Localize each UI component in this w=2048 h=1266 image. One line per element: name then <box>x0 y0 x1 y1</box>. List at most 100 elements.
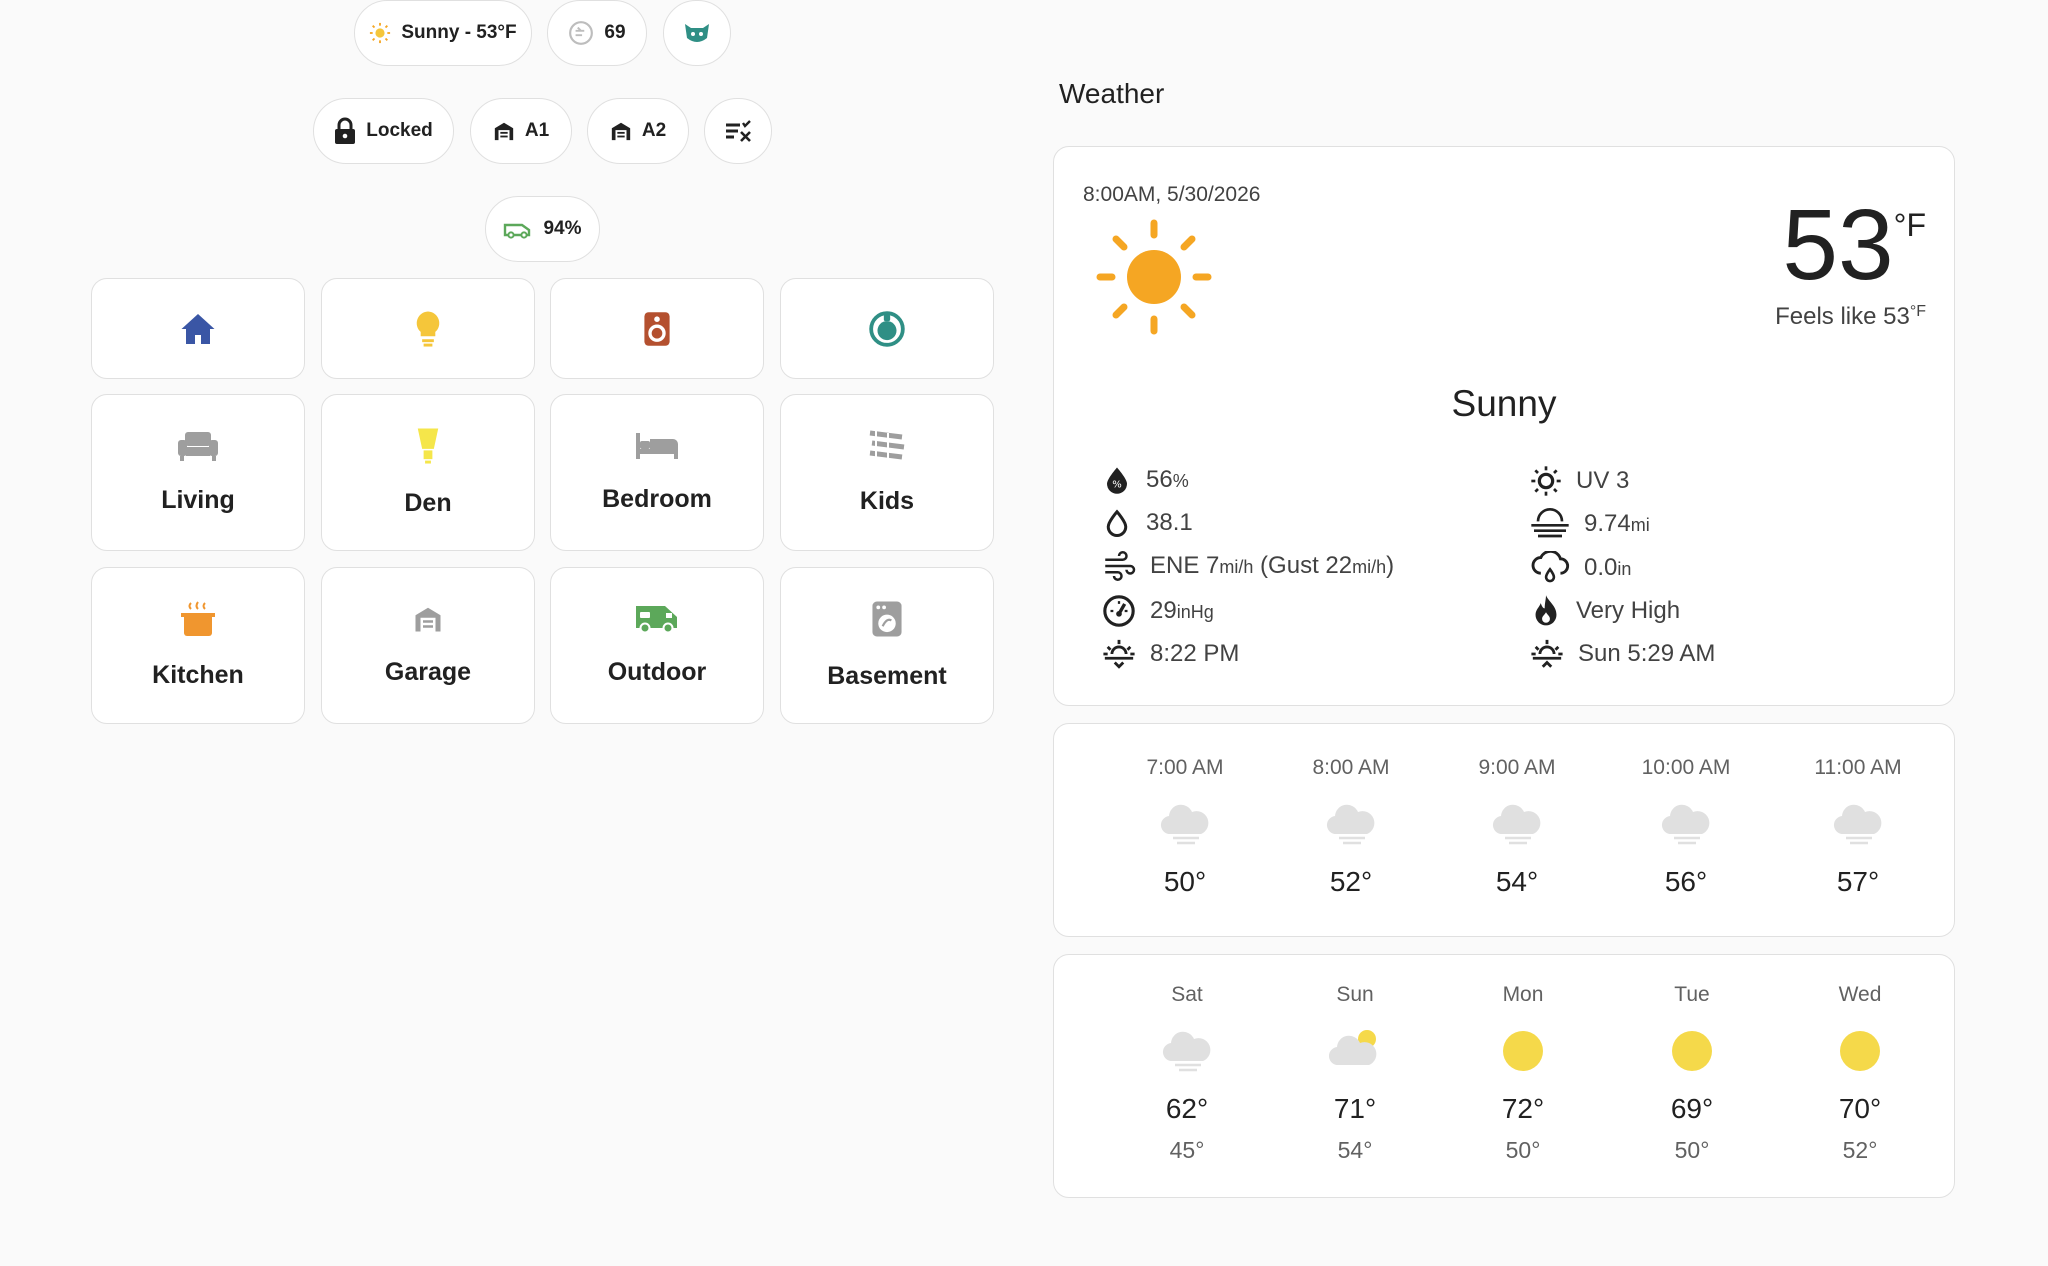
lock-chip-label: Locked <box>366 120 433 141</box>
home-icon <box>181 313 215 344</box>
fog-cloud-icon <box>1492 804 1541 845</box>
visibility-fog-icon <box>1531 508 1569 538</box>
sunny-weather-icon <box>1096 219 1212 335</box>
pet-chip[interactable] <box>663 0 731 66</box>
room-tile-kitchen[interactable]: Kitchen <box>91 567 305 724</box>
pressure-attribute: 29inHg <box>1102 594 1214 628</box>
car-battery-chip[interactable]: 94% <box>485 196 600 262</box>
sun-icon <box>1840 1031 1880 1071</box>
fog-cloud-icon <box>1326 804 1375 845</box>
sofa-icon <box>178 432 218 461</box>
daily-forecast-item: Mon 72° 50° <box>1443 983 1603 1164</box>
room-tile-garage[interactable]: Garage <box>321 567 535 724</box>
daily-forecast-item: Sun 71° 54° <box>1275 983 1435 1164</box>
room-label: Kids <box>859 487 915 515</box>
washing-machine-icon <box>872 601 902 637</box>
wind-attribute: ENE 7mi/h (Gust 22mi/h) <box>1102 551 1394 581</box>
visibility-attribute: 9.74mi <box>1530 508 1650 540</box>
daily-high: 62° <box>1165 1093 1209 1124</box>
humidity-unit: % <box>1172 471 1189 491</box>
weather-chip[interactable]: Sunny - 53°F <box>354 0 532 66</box>
lock-chip[interactable]: Locked <box>313 98 454 164</box>
car-battery-value: 94% <box>543 218 582 239</box>
weather-current-card[interactable]: 8:00AM, 5/30/2026 53 °F Feels like 53°F … <box>1053 146 1955 706</box>
partly-cloudy-icon <box>1329 1030 1377 1066</box>
sun-icon <box>1503 1031 1543 1071</box>
gust-unit: mi/h <box>1352 557 1387 577</box>
sunset-attribute: 8:22 PM <box>1102 637 1239 671</box>
home-tile[interactable] <box>91 278 305 379</box>
temperature-unit: °F <box>1893 207 1926 243</box>
daily-day: Sat <box>1171 983 1203 1006</box>
hourly-temp: 56° <box>1664 866 1708 897</box>
pressure-unit: inHg <box>1176 602 1214 622</box>
uv-attribute: UV 3 <box>1530 465 1629 497</box>
daily-high: 72° <box>1501 1093 1545 1124</box>
room-label: Bedroom <box>602 485 712 513</box>
air-purifier-icon <box>569 21 594 45</box>
wind-unit: mi/h <box>1219 557 1254 577</box>
robot-vacuum-icon <box>869 310 905 347</box>
room-tile-basement[interactable]: Basement <box>780 567 994 724</box>
tasks-chip[interactable] <box>704 98 772 164</box>
hourly-forecast-item: 7:00 AM 50° <box>1105 756 1265 898</box>
car-battery-icon <box>504 223 531 239</box>
gust-close: ) <box>1386 552 1395 579</box>
toy-blocks-icon <box>869 430 905 461</box>
daily-day: Sun <box>1336 983 1374 1006</box>
garage-a2-chip[interactable]: A2 <box>587 98 689 164</box>
vacuum-tile[interactable] <box>780 278 994 379</box>
lamp-icon <box>417 428 439 464</box>
daily-forecast-card[interactable]: Sat 62° 45° Sun 71° 54° Mon 72° 50° Tue … <box>1053 954 1955 1198</box>
room-label: Outdoor <box>607 658 707 686</box>
garage-a1-chip[interactable]: A1 <box>470 98 572 164</box>
fog-cloud-icon <box>1160 804 1209 845</box>
room-tile-den[interactable]: Den <box>321 394 535 551</box>
feels-like: Feels like 53°F <box>1775 303 1926 331</box>
sunrise-value: Sun 5:29 AM <box>1578 640 1716 667</box>
daily-day: Wed <box>1838 983 1882 1006</box>
feels-like-value: Feels like 53 <box>1775 303 1910 330</box>
wind-icon <box>1105 551 1136 581</box>
weather-condition: Sunny <box>1451 383 1557 424</box>
water-drop-icon <box>1106 509 1128 537</box>
room-tile-outdoor[interactable]: Outdoor <box>550 567 764 724</box>
sunrise-attribute: Sun 5:29 AM <box>1530 637 1715 671</box>
daily-day: Tue <box>1674 983 1710 1006</box>
hourly-forecast-item: 8:00 AM 52° <box>1271 756 1431 898</box>
weather-datetime: 8:00AM, 5/30/2026 <box>1083 183 1261 206</box>
speaker-tile[interactable] <box>550 278 764 379</box>
humidity-attribute: % 56% <box>1102 465 1189 495</box>
room-tile-living[interactable]: Living <box>91 394 305 551</box>
current-temperature: 53 °F <box>1782 195 1926 295</box>
dew-point-value: 38.1 <box>1146 509 1193 536</box>
garage-icon <box>415 607 441 632</box>
sunset-icon <box>1103 639 1135 669</box>
hourly-time: 10:00 AM <box>1641 756 1731 779</box>
visibility-unit: mi <box>1630 515 1650 535</box>
precipitation-value: 0.0 <box>1584 554 1618 581</box>
room-tile-kids[interactable]: Kids <box>780 394 994 551</box>
garage-a1-label: A1 <box>524 120 550 141</box>
daily-forecast-item: Tue 69° 50° <box>1612 983 1772 1164</box>
hourly-temp: 50° <box>1163 866 1207 897</box>
lights-tile[interactable] <box>321 278 535 379</box>
hourly-time: 8:00 AM <box>1312 756 1390 779</box>
sun-icon <box>1672 1031 1712 1071</box>
uv-value: UV 3 <box>1576 467 1630 494</box>
svg-text:%: % <box>1112 480 1122 491</box>
fog-cloud-icon <box>1162 1031 1211 1072</box>
fog-cloud-icon <box>1661 804 1710 845</box>
garage-icon <box>611 122 631 141</box>
precipitation-attribute: 0.0in <box>1530 551 1631 585</box>
room-tile-bedroom[interactable]: Bedroom <box>550 394 764 551</box>
list-check-icon <box>726 120 751 142</box>
daily-high: 69° <box>1670 1093 1714 1124</box>
air-quality-chip[interactable]: 69 <box>547 0 647 66</box>
hourly-forecast-card[interactable]: 7:00 AM 50° 8:00 AM 52° 9:00 AM 54° 10:0… <box>1053 723 1955 937</box>
wind-value: ENE 7 <box>1150 552 1220 579</box>
humidity-value: 56 <box>1146 466 1173 493</box>
dew-point-attribute: 38.1 <box>1102 508 1193 538</box>
sunset-value: 8:22 PM <box>1150 640 1240 667</box>
weather-chip-label: Sunny - 53°F <box>401 22 517 43</box>
